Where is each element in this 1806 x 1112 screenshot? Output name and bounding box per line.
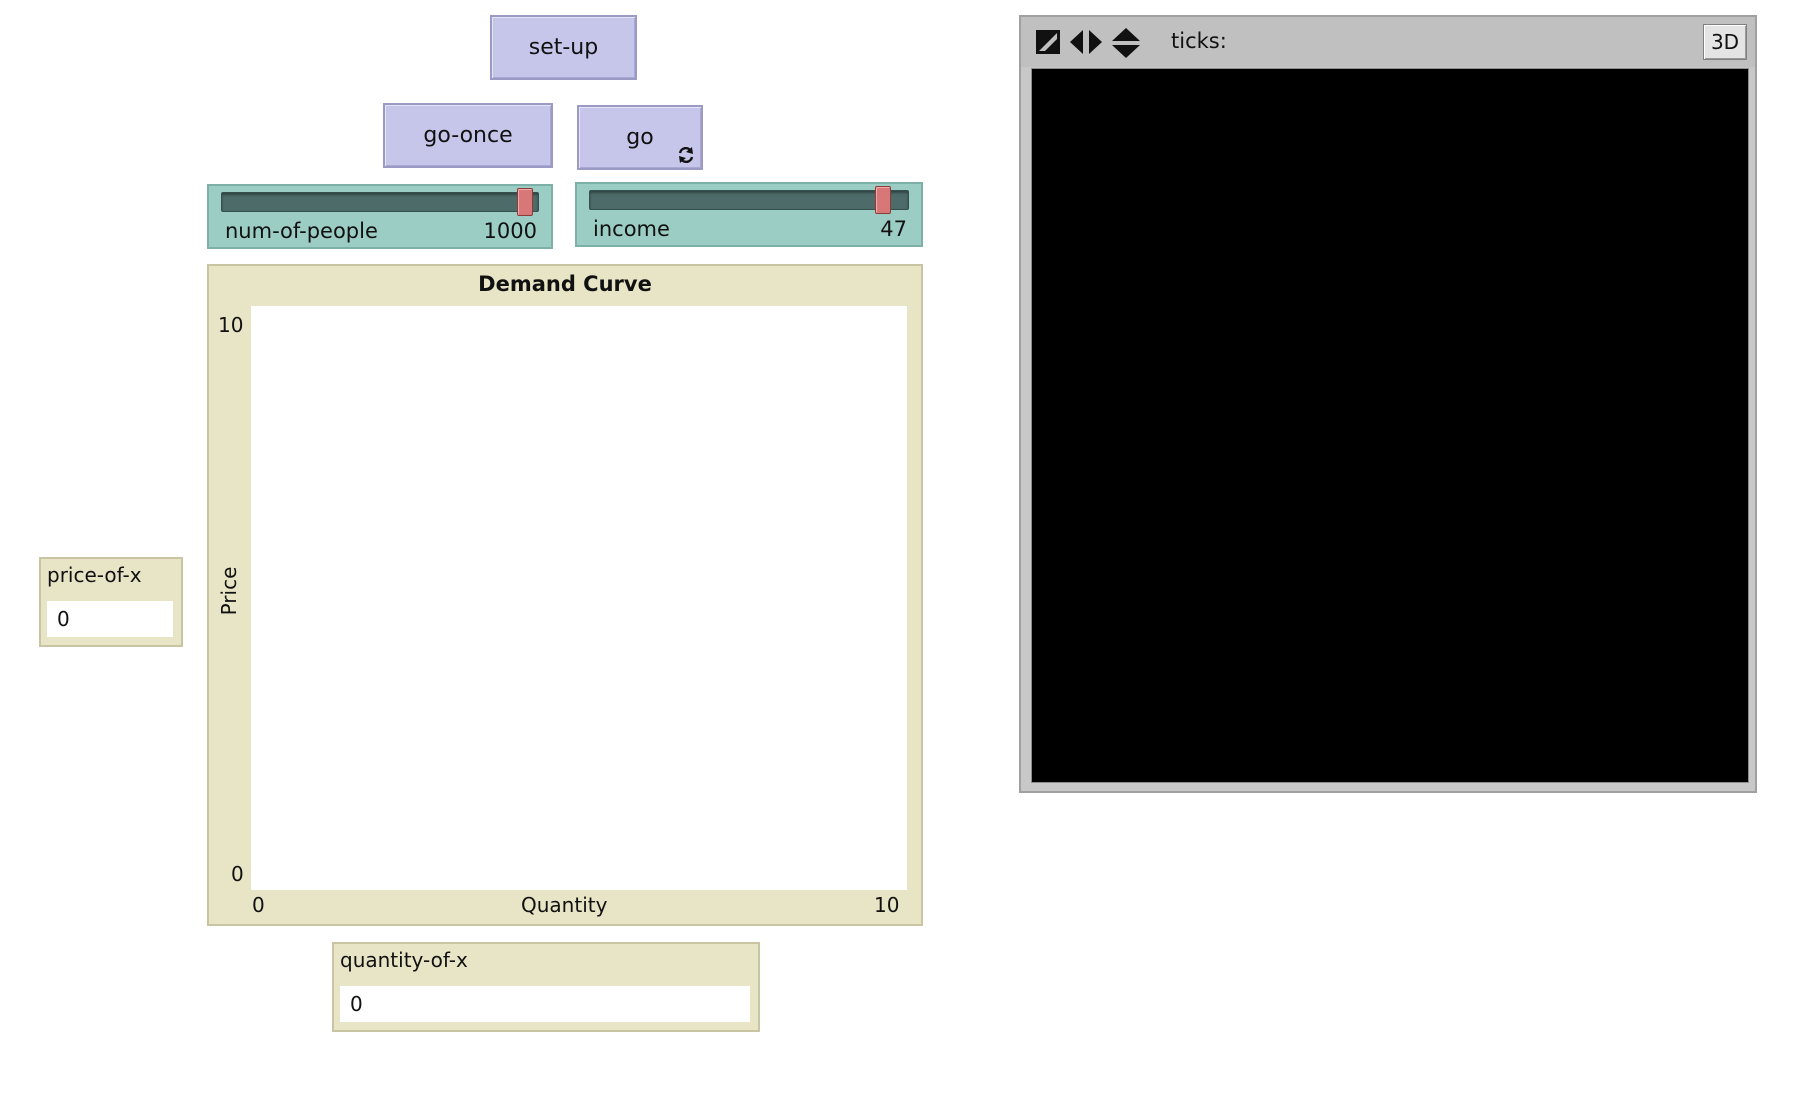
wrap-toggle-icon[interactable]: [1035, 29, 1061, 55]
monitor-value: 0: [47, 601, 173, 637]
income-slider[interactable]: income 47: [575, 182, 923, 247]
demand-curve-plot: Demand Curve 10 0 0 10 Quantity Price: [207, 264, 923, 926]
ticks-label: ticks:: [1171, 29, 1227, 53]
price-of-x-monitor: price-of-x 0: [39, 557, 183, 647]
world-toolbar: ticks: 3D: [1021, 17, 1755, 67]
plot-canvas: [251, 306, 907, 890]
up-down-arrows-icon[interactable]: [1111, 27, 1141, 59]
forever-loop-icon: [678, 146, 694, 164]
plot-title: Demand Curve: [478, 272, 652, 296]
left-right-arrows-icon[interactable]: [1069, 29, 1103, 55]
slider-track[interactable]: [221, 192, 539, 212]
go-button-label: go: [626, 125, 654, 150]
go-once-button[interactable]: go-once: [383, 103, 553, 168]
setup-button-label: set-up: [528, 35, 599, 60]
slider-track[interactable]: [589, 190, 909, 210]
x-axis-label: Quantity: [521, 893, 608, 917]
3d-view-button[interactable]: 3D: [1703, 24, 1747, 60]
y-tick-min: 0: [231, 862, 244, 886]
slider-thumb[interactable]: [874, 186, 891, 214]
y-axis-label: Price: [217, 566, 241, 616]
slider-value: 47: [880, 217, 907, 241]
world-canvas[interactable]: [1031, 68, 1749, 783]
slider-label: num-of-people: [225, 219, 378, 243]
slider-label: income: [593, 217, 670, 241]
num-of-people-slider[interactable]: num-of-people 1000: [207, 184, 553, 249]
x-tick-min: 0: [252, 893, 265, 917]
setup-button[interactable]: set-up: [490, 15, 637, 80]
world-view: ticks: 3D: [1019, 15, 1757, 793]
x-tick-max: 10: [874, 893, 900, 917]
quantity-of-x-monitor: quantity-of-x 0: [332, 942, 760, 1032]
go-button[interactable]: go: [577, 105, 703, 170]
plot-area: [251, 306, 907, 890]
monitor-label: price-of-x: [47, 563, 142, 587]
3d-view-button-label: 3D: [1710, 30, 1740, 54]
slider-thumb[interactable]: [516, 188, 533, 216]
monitor-label: quantity-of-x: [340, 948, 468, 972]
y-tick-max: 10: [218, 313, 244, 337]
monitor-value: 0: [340, 986, 750, 1022]
slider-value: 1000: [483, 219, 537, 243]
go-once-button-label: go-once: [423, 123, 513, 148]
